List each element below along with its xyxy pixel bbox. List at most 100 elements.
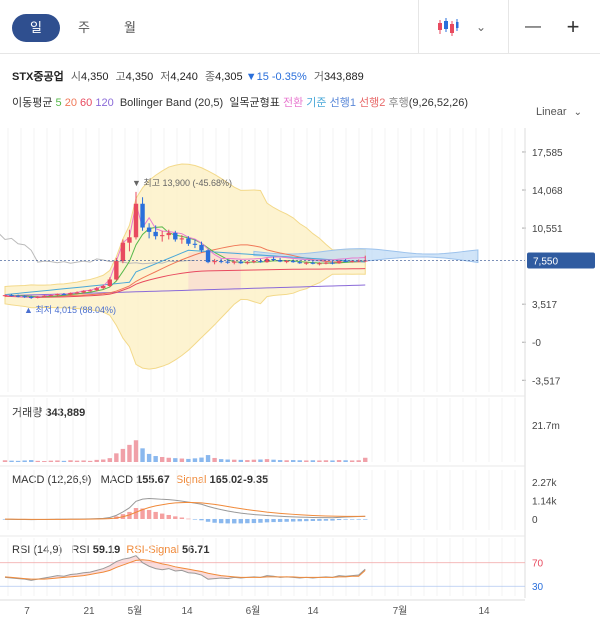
macd-y-tick: 2.27k — [532, 478, 557, 489]
macd-histogram-bar — [205, 518, 211, 522]
macd-histogram-bar — [336, 518, 342, 521]
macd-histogram-bar — [297, 518, 302, 522]
zoom-in-button[interactable]: + — [555, 10, 591, 44]
x-tick-label: 7 — [24, 606, 30, 617]
candle-body — [258, 261, 263, 263]
ichimoku-label[interactable]: 일목균형표 — [229, 97, 280, 109]
candle-body — [317, 263, 322, 265]
volume-bar — [68, 460, 73, 462]
volume-bar — [310, 460, 316, 462]
volume-bar — [81, 460, 86, 462]
tab-week[interactable]: 주 — [66, 14, 102, 42]
rsi-line — [4, 555, 366, 581]
volume-bar — [35, 460, 40, 462]
macd-histogram-bar — [94, 518, 99, 520]
candle-body — [179, 238, 185, 240]
high-value: 4,350 — [125, 71, 154, 83]
candle-body — [251, 261, 257, 263]
volume-bar — [323, 460, 329, 462]
macd-histogram-bar — [225, 518, 230, 524]
chevron-down-icon[interactable]: ⌄ — [466, 10, 496, 44]
macd-histogram-bar — [349, 518, 355, 520]
volume-bar — [74, 460, 80, 462]
ma-5: 5 — [55, 97, 62, 109]
ichimoku-params: (9,26,52,26) — [408, 97, 469, 109]
candle-body — [186, 238, 191, 244]
volume-bar — [42, 461, 47, 462]
macd-histogram-bar — [271, 518, 276, 523]
candle-body — [343, 261, 348, 263]
scale-mode-select[interactable]: Linear ⌄ — [536, 106, 582, 118]
candle-body — [225, 261, 230, 263]
macd-histogram-bar — [363, 518, 368, 520]
rsi-signal-line — [4, 559, 366, 580]
open-value: 4,350 — [80, 71, 109, 83]
macd-legend: MACD (12,26,9) MACD 155.67 Signal 165.02… — [12, 474, 268, 486]
macd-histogram-bar — [310, 518, 316, 521]
macd-histogram-bar — [199, 518, 204, 521]
volume-legend: 거래량 343,889 — [12, 404, 85, 420]
rsi-legend: RSI (14,9) RSI 59.19 RSI-Signal 56.71 — [12, 544, 210, 556]
volume-bar — [356, 460, 361, 462]
candle-type-button[interactable] — [430, 10, 466, 44]
candle-body — [160, 235, 165, 237]
ichimoku-span1: 선행1 — [329, 97, 356, 109]
candle-body — [120, 242, 126, 262]
macd-histogram-bar — [81, 518, 86, 520]
macd-line-label: MACD — [100, 474, 134, 486]
candle-body — [238, 261, 243, 264]
candle-body — [81, 290, 86, 293]
macd-histogram-bar — [166, 514, 171, 519]
tab-day[interactable]: 일 — [12, 14, 60, 42]
macd-histogram-bar — [323, 518, 329, 521]
y-tick-label: -0 — [532, 338, 541, 349]
top-toolbar: 일 주 월 ⌄ — + — [0, 0, 600, 54]
volume-bar — [133, 440, 139, 462]
volume-bar — [284, 460, 289, 462]
volume-bar — [238, 459, 243, 462]
candle-body — [310, 262, 316, 264]
macd-histogram-bar — [330, 518, 335, 521]
volume-bar — [251, 459, 257, 462]
tab-month[interactable]: 월 — [112, 14, 148, 42]
volume-bar — [258, 459, 263, 462]
macd-histogram-bar — [153, 511, 158, 519]
macd-histogram-bar — [317, 518, 322, 521]
volume-bar — [107, 458, 112, 462]
y-tick-label: 17,585 — [532, 148, 563, 159]
volume-bar — [146, 453, 152, 462]
bands — [4, 163, 479, 370]
volume-bar — [343, 460, 348, 462]
bollinger-label[interactable]: Bollinger Band (20,5) — [120, 97, 223, 109]
volume-bar — [140, 448, 145, 462]
macd-signal-label: Signal — [175, 474, 207, 486]
ma-60-line — [4, 268, 366, 298]
macd-histogram-bar — [140, 508, 145, 519]
volume-bar — [192, 458, 198, 462]
open-label: 시 — [70, 71, 81, 83]
macd-histogram-bar — [15, 518, 21, 520]
candle-body — [87, 290, 93, 292]
volume-bar — [218, 459, 224, 462]
macd-histogram-bar — [146, 509, 152, 519]
candle-body — [140, 203, 145, 228]
rsi-line-value: 59.19 — [92, 544, 121, 556]
ma-5-line — [4, 226, 366, 298]
volume-bar — [304, 460, 309, 462]
volume-y-tick: 21.7m — [532, 421, 560, 432]
volume-bar — [212, 457, 217, 462]
macd-histogram-bar — [55, 518, 60, 520]
volume-bar — [94, 459, 99, 462]
volume-bar — [48, 460, 54, 462]
ma-label[interactable]: 이동평균 — [12, 97, 52, 109]
macd-histogram-bar — [258, 518, 263, 523]
close-value: 4,305 — [215, 71, 243, 83]
volume-panel-label: 거래량 — [12, 407, 43, 419]
indicator-legend: 이동평균 5 20 60 120 Bollinger Band (20,5) 일… — [12, 94, 468, 110]
macd-histogram-bar — [212, 518, 217, 523]
macd-line — [4, 497, 366, 521]
zoom-out-button[interactable]: — — [515, 10, 551, 44]
macd-histogram-bar — [87, 518, 93, 520]
ma-20: 20 — [64, 97, 77, 109]
volume-bar — [120, 448, 126, 462]
